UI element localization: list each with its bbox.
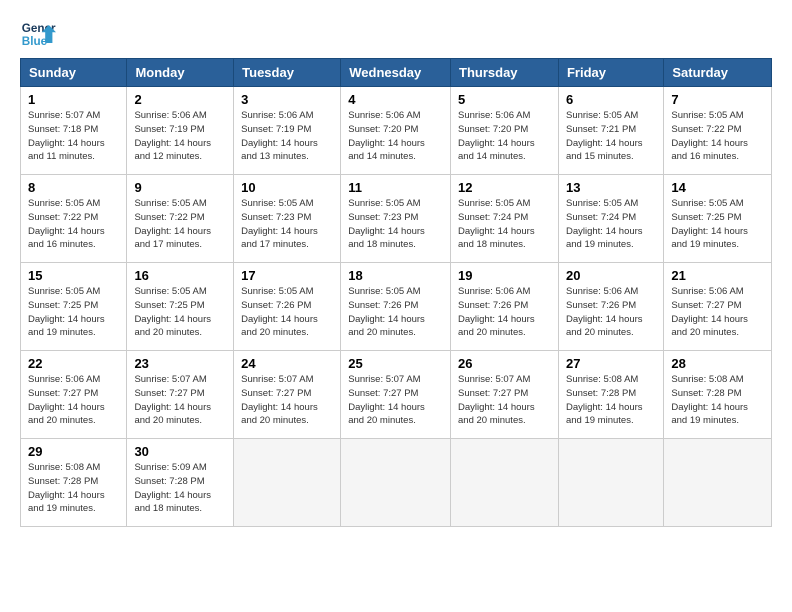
day-1: 1Sunrise: 5:07 AMSunset: 7:18 PMDaylight…: [21, 87, 127, 175]
page: General Blue SundayMondayTuesdayWednesda…: [0, 0, 792, 547]
week-row-1: 1Sunrise: 5:07 AMSunset: 7:18 PMDaylight…: [21, 87, 772, 175]
day-21: 21Sunrise: 5:06 AMSunset: 7:27 PMDayligh…: [664, 263, 772, 351]
day-4: 4Sunrise: 5:06 AMSunset: 7:20 PMDaylight…: [341, 87, 451, 175]
day-19: 19Sunrise: 5:06 AMSunset: 7:26 PMDayligh…: [451, 263, 559, 351]
day-15: 15Sunrise: 5:05 AMSunset: 7:25 PMDayligh…: [21, 263, 127, 351]
header: General Blue: [20, 16, 772, 52]
day-30: 30Sunrise: 5:09 AMSunset: 7:28 PMDayligh…: [127, 439, 234, 527]
weekday-header-friday: Friday: [558, 59, 663, 87]
empty-cell: [341, 439, 451, 527]
day-23: 23Sunrise: 5:07 AMSunset: 7:27 PMDayligh…: [127, 351, 234, 439]
day-28: 28Sunrise: 5:08 AMSunset: 7:28 PMDayligh…: [664, 351, 772, 439]
week-row-4: 22Sunrise: 5:06 AMSunset: 7:27 PMDayligh…: [21, 351, 772, 439]
day-16: 16Sunrise: 5:05 AMSunset: 7:25 PMDayligh…: [127, 263, 234, 351]
day-29: 29Sunrise: 5:08 AMSunset: 7:28 PMDayligh…: [21, 439, 127, 527]
weekday-header-monday: Monday: [127, 59, 234, 87]
day-27: 27Sunrise: 5:08 AMSunset: 7:28 PMDayligh…: [558, 351, 663, 439]
week-row-2: 8Sunrise: 5:05 AMSunset: 7:22 PMDaylight…: [21, 175, 772, 263]
weekday-header-wednesday: Wednesday: [341, 59, 451, 87]
empty-cell: [234, 439, 341, 527]
weekday-header-thursday: Thursday: [451, 59, 559, 87]
day-22: 22Sunrise: 5:06 AMSunset: 7:27 PMDayligh…: [21, 351, 127, 439]
day-24: 24Sunrise: 5:07 AMSunset: 7:27 PMDayligh…: [234, 351, 341, 439]
day-26: 26Sunrise: 5:07 AMSunset: 7:27 PMDayligh…: [451, 351, 559, 439]
day-25: 25Sunrise: 5:07 AMSunset: 7:27 PMDayligh…: [341, 351, 451, 439]
week-row-3: 15Sunrise: 5:05 AMSunset: 7:25 PMDayligh…: [21, 263, 772, 351]
weekday-header-row: SundayMondayTuesdayWednesdayThursdayFrid…: [21, 59, 772, 87]
empty-cell: [558, 439, 663, 527]
calendar-table: SundayMondayTuesdayWednesdayThursdayFrid…: [20, 58, 772, 527]
day-7: 7Sunrise: 5:05 AMSunset: 7:22 PMDaylight…: [664, 87, 772, 175]
day-20: 20Sunrise: 5:06 AMSunset: 7:26 PMDayligh…: [558, 263, 663, 351]
day-2: 2Sunrise: 5:06 AMSunset: 7:19 PMDaylight…: [127, 87, 234, 175]
generalblue-logo-icon: General Blue: [20, 16, 56, 52]
day-14: 14Sunrise: 5:05 AMSunset: 7:25 PMDayligh…: [664, 175, 772, 263]
day-9: 9Sunrise: 5:05 AMSunset: 7:22 PMDaylight…: [127, 175, 234, 263]
empty-cell: [451, 439, 559, 527]
day-13: 13Sunrise: 5:05 AMSunset: 7:24 PMDayligh…: [558, 175, 663, 263]
day-18: 18Sunrise: 5:05 AMSunset: 7:26 PMDayligh…: [341, 263, 451, 351]
weekday-header-sunday: Sunday: [21, 59, 127, 87]
logo: General Blue: [20, 16, 56, 52]
day-11: 11Sunrise: 5:05 AMSunset: 7:23 PMDayligh…: [341, 175, 451, 263]
weekday-header-tuesday: Tuesday: [234, 59, 341, 87]
empty-cell: [664, 439, 772, 527]
day-10: 10Sunrise: 5:05 AMSunset: 7:23 PMDayligh…: [234, 175, 341, 263]
svg-text:Blue: Blue: [22, 35, 48, 48]
day-8: 8Sunrise: 5:05 AMSunset: 7:22 PMDaylight…: [21, 175, 127, 263]
day-6: 6Sunrise: 5:05 AMSunset: 7:21 PMDaylight…: [558, 87, 663, 175]
weekday-header-saturday: Saturday: [664, 59, 772, 87]
day-3: 3Sunrise: 5:06 AMSunset: 7:19 PMDaylight…: [234, 87, 341, 175]
day-5: 5Sunrise: 5:06 AMSunset: 7:20 PMDaylight…: [451, 87, 559, 175]
week-row-5: 29Sunrise: 5:08 AMSunset: 7:28 PMDayligh…: [21, 439, 772, 527]
day-12: 12Sunrise: 5:05 AMSunset: 7:24 PMDayligh…: [451, 175, 559, 263]
day-17: 17Sunrise: 5:05 AMSunset: 7:26 PMDayligh…: [234, 263, 341, 351]
